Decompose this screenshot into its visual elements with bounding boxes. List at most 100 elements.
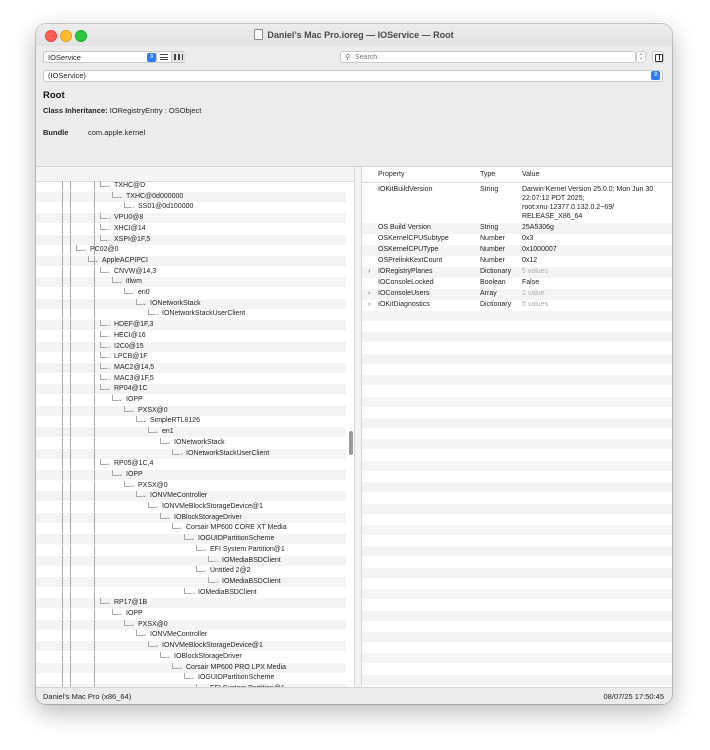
tree-row[interactable]: ⌄ CNVW@14,3 — [36, 266, 346, 277]
tree-row[interactable]: ⌄ PC02@0 — [36, 245, 346, 256]
path-select[interactable]: (IOService) ⇕ — [43, 70, 663, 82]
disclosure-expanded-icon[interactable]: ⌄ — [130, 620, 135, 630]
property-row[interactable]: IOConsoleLocked Boolean False — [362, 278, 672, 289]
tree-scrollbar[interactable] — [349, 431, 353, 455]
disclosure-expanded-icon[interactable]: ⌄ — [118, 395, 123, 405]
tree-row[interactable]: ⌄ IONetworkStack — [36, 437, 346, 448]
tree-row[interactable]: ⌄ IOPP — [36, 609, 346, 619]
tree-row[interactable]: ⌄ PXSX@0 — [36, 480, 346, 491]
tree-row[interactable]: → XHCI@14 — [36, 223, 346, 234]
tree-row[interactable]: ⌄ PXSX@0 — [36, 405, 346, 416]
tree-row[interactable]: → IOMediaBSDClient — [36, 555, 346, 566]
tree-row[interactable]: ⌄ Corsair MP600 PRO LPX Media — [36, 662, 346, 673]
tree-row[interactable]: ⌄ RP17@1B — [36, 598, 346, 609]
tree-row[interactable]: ⌄ IOBlockStorageDriver — [36, 512, 346, 523]
properties-table[interactable]: Property Type Value IOKitBuildVersion Str… — [362, 167, 672, 688]
tree-row[interactable]: ⌄ IOPP — [36, 469, 346, 480]
tree-row[interactable]: → HDEF@1F,3 — [36, 320, 346, 331]
property-row[interactable]: › IOKitDiagnostics Dictionary 5 values — [362, 300, 672, 311]
tree-row[interactable]: → MAC3@1F,5 — [36, 373, 346, 384]
chevron-updown-icon[interactable]: ⇕ — [651, 71, 660, 80]
tree-row[interactable]: ⌄ RP04@1C — [36, 384, 346, 395]
disclosure-expanded-icon[interactable]: ⌄ — [202, 545, 207, 555]
property-row[interactable]: OS Build Version String 25A5306g — [362, 223, 672, 234]
plane-select[interactable]: IOService ⇕ — [43, 51, 159, 63]
tree-row[interactable]: → HECI@16 — [36, 330, 346, 341]
tree-row[interactable]: ⌄ TXHC@D — [36, 181, 346, 191]
tree-row[interactable]: ⌄EFI System Partition@1 — [36, 544, 346, 555]
inspector-toggle-icon[interactable] — [652, 51, 664, 63]
disclosure-expanded-icon[interactable]: ⌄ — [130, 481, 135, 491]
disclosure-expanded-icon[interactable]: ⌄ — [154, 427, 159, 437]
tree-row[interactable]: → IOMediaBSDClient — [36, 576, 346, 587]
tree-row[interactable]: ⌄ IONVMeController — [36, 491, 346, 502]
disclosure-expanded-icon[interactable]: ⌄ — [106, 181, 111, 191]
disclosure-collapsed-icon[interactable]: › — [368, 289, 370, 299]
column-header-value[interactable]: Value — [522, 171, 539, 178]
disclosure-expanded-icon[interactable]: ⌄ — [106, 384, 111, 394]
chevron-updown-icon[interactable]: ⇕ — [147, 53, 156, 62]
disclosure-collapsed-icon[interactable]: › — [368, 267, 370, 277]
disclosure-expanded-icon[interactable]: ⌄ — [178, 663, 183, 673]
view-mode-segmented-control[interactable] — [156, 51, 186, 63]
disclosure-expanded-icon[interactable]: ⌄ — [118, 277, 123, 287]
disclosure-expanded-icon[interactable]: ⌄ — [106, 267, 111, 277]
tree-row[interactable]: ⌄ itlwm — [36, 277, 346, 288]
disclosure-expanded-icon[interactable]: ⌄ — [94, 256, 99, 266]
search-input[interactable] — [355, 52, 625, 62]
tree-row[interactable]: ⌄ IONVMeController — [36, 630, 346, 641]
tree-row[interactable]: → IONetworkStackUserClient — [36, 448, 346, 459]
property-row[interactable]: OSKernelCPUType Number 0x1000007 — [362, 245, 672, 256]
disclosure-expanded-icon[interactable]: ⌄ — [202, 566, 207, 576]
tree-row[interactable]: ⌄ IOPP — [36, 395, 346, 405]
tree-row[interactable]: ⌄ TXHC@0d000000 — [36, 191, 346, 202]
property-row[interactable]: OSPrelinkKextCount Number 0x12 — [362, 256, 672, 267]
column-header-property[interactable]: Property — [378, 171, 404, 178]
property-row[interactable]: › IOConsoleUsers Array 1 value — [362, 289, 672, 300]
disclosure-expanded-icon[interactable]: ⌄ — [106, 598, 111, 608]
disclosure-expanded-icon[interactable]: ⌄ — [166, 513, 171, 523]
disclosure-expanded-icon[interactable]: ⌄ — [82, 245, 87, 255]
disclosure-expanded-icon[interactable]: ⌄ — [142, 630, 147, 640]
property-row[interactable]: › IORegistryPlanes Dictionary 5 values — [362, 267, 672, 278]
tree-row[interactable]: → I2C0@15 — [36, 341, 346, 352]
pane-splitter[interactable] — [354, 167, 362, 688]
disclosure-expanded-icon[interactable]: ⌄ — [130, 406, 135, 416]
property-row[interactable]: IOKitBuildVersion String Darwin Kernel Ver… — [362, 185, 672, 223]
disclosure-expanded-icon[interactable]: ⌄ — [118, 609, 123, 619]
column-view-icon[interactable] — [172, 52, 186, 62]
column-header-type[interactable]: Type — [480, 171, 495, 178]
disclosure-expanded-icon[interactable]: ⌄ — [142, 491, 147, 501]
tree-row[interactable]: → SS01@0d100000 — [36, 202, 346, 213]
tree-row[interactable]: ⌄ en1 — [36, 427, 346, 438]
search-stepper[interactable]: ▴ ▾ — [636, 51, 646, 63]
tree-row[interactable]: ⌄ PXSX@0 — [36, 619, 346, 630]
tree-row[interactable]: → MAC2@14,5 — [36, 362, 346, 373]
list-view-icon[interactable] — [157, 52, 172, 62]
disclosure-expanded-icon[interactable]: ⌄ — [118, 192, 123, 202]
disclosure-expanded-icon[interactable]: ⌄ — [190, 673, 195, 683]
tree-row[interactable]: ⌄ IOBlockStorageDriver — [36, 651, 346, 662]
tree-row[interactable]: → XSPI@1F,5 — [36, 234, 346, 245]
disclosure-expanded-icon[interactable]: ⌄ — [154, 502, 159, 512]
tree-row[interactable]: ⌄ Untitled 2@2 — [36, 566, 346, 577]
disclosure-expanded-icon[interactable]: ⌄ — [142, 416, 147, 426]
disclosure-expanded-icon[interactable]: ⌄ — [142, 299, 147, 309]
disclosure-expanded-icon[interactable]: ⌄ — [190, 534, 195, 544]
disclosure-expanded-icon[interactable]: ⌄ — [106, 459, 111, 469]
tree-row[interactable]: ⌄ IONVMeBlockStorageDevice@1 — [36, 502, 346, 512]
registry-tree[interactable]: ⌄ TXHC@D ⌄ TXHC@0d000000 → SS01@0d100000 → VPU0… — [36, 167, 354, 688]
tree-row[interactable]: ⌄ Corsair MP600 CORE XT Media — [36, 523, 346, 534]
tree-row[interactable]: ⌄ AppleACPIPCI — [36, 255, 346, 266]
tree-row[interactable]: → IONetworkStackUserClient — [36, 309, 346, 320]
tree-row[interactable]: → VPU0@8 — [36, 213, 346, 224]
tree-row[interactable]: ⌄ IOGUIDPartitionScheme — [36, 673, 346, 684]
tree-row[interactable]: → IOMediaBSDClient — [36, 587, 346, 598]
tree-row[interactable]: ⌄ IONVMeBlockStorageDevice@1 — [36, 641, 346, 652]
disclosure-expanded-icon[interactable]: ⌄ — [166, 438, 171, 448]
tree-row[interactable]: ⌄ IOGUIDPartitionScheme — [36, 534, 346, 545]
tree-row[interactable]: ⌄ SimpleRTL8126 — [36, 416, 346, 427]
disclosure-expanded-icon[interactable]: ⌄ — [166, 652, 171, 662]
property-row[interactable]: OSKernelCPUSubtype Number 0x3 — [362, 234, 672, 245]
tree-row[interactable]: ⌄ RP05@1C,4 — [36, 459, 346, 470]
